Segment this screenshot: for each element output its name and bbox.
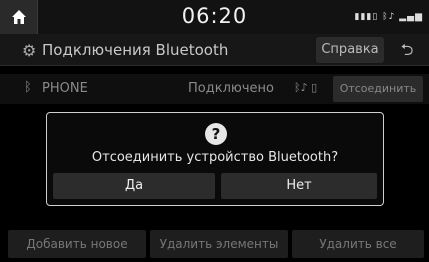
disconnect-dialog: ? Отсоединить устройство Bluetooth? Да Н… [46, 112, 384, 206]
device-status: Подключено [188, 81, 274, 96]
device-status-icons: ᛒ♪ ▯ [294, 81, 317, 94]
question-icon: ? [205, 123, 227, 145]
delete-items-button[interactable]: Удалить элементы [150, 230, 288, 258]
back-button[interactable]: ⮌ [390, 37, 424, 63]
signal-icon: ▂▄▆ [399, 12, 423, 22]
page-title: Подключения Bluetooth [42, 41, 229, 59]
status-bar: 06:20 ▮▮▮▯ ᛒ♪ ▂▄▆ [0, 0, 429, 34]
help-button[interactable]: Справка [316, 37, 384, 63]
dialog-message: Отсоединить устройство Bluetooth? [91, 150, 339, 165]
back-arrow-icon: ⮌ [400, 40, 414, 59]
battery-icon: ▮▮▮▯ [354, 12, 379, 22]
disconnect-button[interactable]: Отсоединить [333, 76, 423, 102]
gear-icon: ⚙ [22, 41, 37, 60]
delete-all-button[interactable]: Удалить все [292, 230, 424, 258]
bluetooth-audio-icon: ᛒ♪ [294, 81, 308, 94]
phone-icon: ▯ [311, 81, 318, 94]
status-icons: ▮▮▮▯ ᛒ♪ ▂▄▆ [355, 12, 423, 22]
title-bar: ⚙ Подключения Bluetooth Справка ⮌ [0, 34, 429, 66]
device-row[interactable]: ᛒ PHONE Подключено ᛒ♪ ▯ Отсоединить [0, 74, 429, 104]
bluetooth-audio-icon: ᛒ♪ [382, 12, 396, 22]
yes-button[interactable]: Да [53, 173, 215, 199]
add-new-button[interactable]: Добавить новое [8, 230, 146, 258]
bluetooth-icon: ᛒ [24, 80, 32, 95]
no-button[interactable]: Нет [221, 173, 377, 199]
device-name: PHONE [42, 81, 88, 96]
